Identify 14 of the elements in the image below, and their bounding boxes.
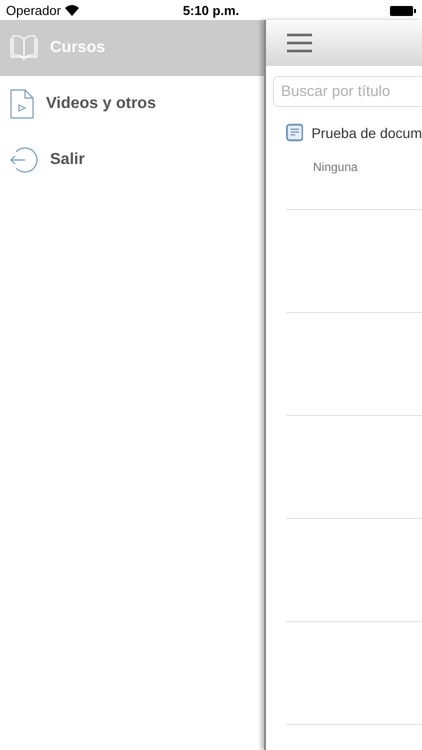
menu-icon[interactable] xyxy=(287,33,312,53)
document-subtitle: Ninguna xyxy=(313,160,358,174)
book-icon xyxy=(10,35,38,61)
battery-icon xyxy=(390,6,416,16)
menu-item[interactable]: Videos y otros xyxy=(0,76,264,132)
clock-time: 5:10 p.m. xyxy=(182,2,240,18)
search-field[interactable]: Buscar por título xyxy=(273,76,422,107)
video-file-icon xyxy=(10,89,34,119)
menu-item[interactable]: Salir xyxy=(0,132,264,188)
exit-icon xyxy=(10,146,38,174)
document-title[interactable]: Prueba de docum xyxy=(311,124,422,140)
wifi-icon xyxy=(64,4,79,16)
carrier-name: Operador xyxy=(6,2,61,18)
document-icon xyxy=(286,123,304,142)
